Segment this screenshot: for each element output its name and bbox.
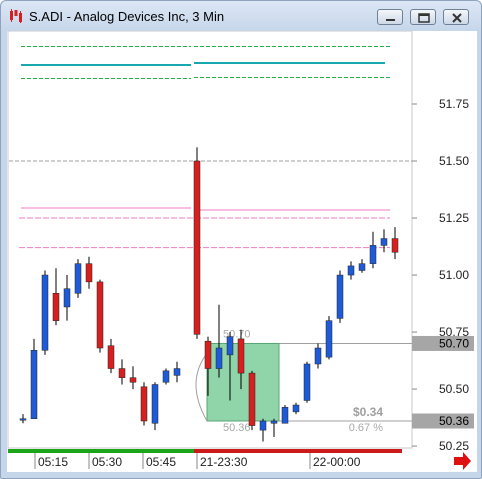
x-tick-label: 05:45 (146, 455, 176, 469)
candle-body (107, 345, 115, 369)
candle-body (358, 263, 366, 271)
candle (248, 370, 256, 431)
candle (193, 147, 201, 339)
close-icon (452, 13, 462, 23)
session-bar-2 (194, 449, 402, 453)
candle-body (259, 420, 267, 431)
candle-body (215, 347, 223, 369)
candle-body (270, 420, 278, 424)
candle-body (63, 288, 71, 308)
candle-body (140, 386, 148, 422)
candle-body (173, 368, 181, 376)
trade-profit: $0.34 (353, 405, 383, 419)
y-axis: 51.7551.5051.2551.0050.7550.5050.25 (412, 97, 469, 453)
x-axis: 05:15 05:30 05:45 21-23:30 22-00:00 (34, 453, 361, 469)
maximize-icon (418, 13, 430, 23)
candlestick-app-icon (10, 9, 22, 23)
candle-body (369, 245, 377, 264)
candle-body (204, 340, 212, 369)
y-tick-label: 51.00 (439, 268, 469, 282)
candle-body (193, 160, 201, 335)
candle-body (336, 274, 344, 319)
y-tick-label: 51.25 (439, 211, 469, 225)
candle-body (314, 347, 322, 365)
candle-body (292, 404, 300, 413)
price-tag-top-text: 50.70 (439, 336, 469, 350)
price-tag-bottom-text: 50.36 (439, 414, 469, 428)
candle-body (151, 384, 159, 424)
chart-area[interactable]: 50.70 50.36 $0.34 0.67 % 51.75 51.50 51.25… (7, 30, 477, 472)
candle-body (281, 407, 289, 424)
candle (303, 361, 311, 403)
candle-body (30, 350, 38, 419)
candle-body (19, 418, 27, 421)
candle (30, 338, 38, 419)
y-tick-label: 50.25 (439, 439, 469, 453)
candle (96, 279, 104, 353)
x-tick-label: 22-00:00 (313, 455, 361, 469)
session-bar-1 (8, 449, 194, 453)
candle (281, 405, 289, 424)
x-tick-label: 21-23:30 (200, 455, 248, 469)
candle-body (118, 368, 126, 378)
red-arrow-right-icon[interactable] (454, 452, 471, 470)
candle (336, 270, 344, 323)
candle-body (129, 377, 137, 383)
candle-body (162, 370, 170, 383)
candle (325, 316, 333, 360)
candle-body (325, 320, 333, 358)
chart-window: S.ADI - Analog Devices Inc, 3 Min 50.70 … (0, 0, 482, 479)
candle-body (380, 238, 388, 246)
window-title: S.ADI - Analog Devices Inc, 3 Min (29, 9, 225, 24)
candle-body (391, 238, 399, 253)
candle-body (41, 274, 49, 351)
candle-body (96, 281, 104, 349)
candle (140, 382, 148, 426)
candle-body (226, 336, 234, 356)
candle-body (74, 263, 82, 294)
maximize-button[interactable] (410, 9, 436, 25)
y-tick-label: 50.50 (439, 382, 469, 396)
candle (151, 382, 159, 431)
trade-exit-label: 50.36 (223, 422, 251, 434)
x-tick-label: 05:30 (92, 455, 122, 469)
candle (41, 270, 49, 355)
price-chart[interactable]: 50.70 50.36 $0.34 0.67 % 51.75 51.50 51.25… (7, 30, 477, 472)
candle-body (347, 265, 355, 276)
trade-percent: 0.67 % (349, 422, 383, 434)
x-tick-label: 05:15 (38, 455, 68, 469)
y-tick-label: 51.75 (439, 97, 469, 111)
close-button[interactable] (443, 9, 469, 25)
title-bar[interactable]: S.ADI - Analog Devices Inc, 3 Min (1, 1, 481, 29)
candle (74, 259, 82, 298)
candle-body (248, 372, 256, 426)
candle-body (52, 293, 60, 321)
minimize-icon (386, 19, 395, 21)
candle-body (85, 263, 93, 283)
minimize-button[interactable] (377, 9, 403, 25)
candle-body (303, 363, 311, 401)
y-tick-label: 51.50 (439, 154, 469, 168)
candle (162, 368, 170, 385)
candle-body (237, 338, 245, 374)
